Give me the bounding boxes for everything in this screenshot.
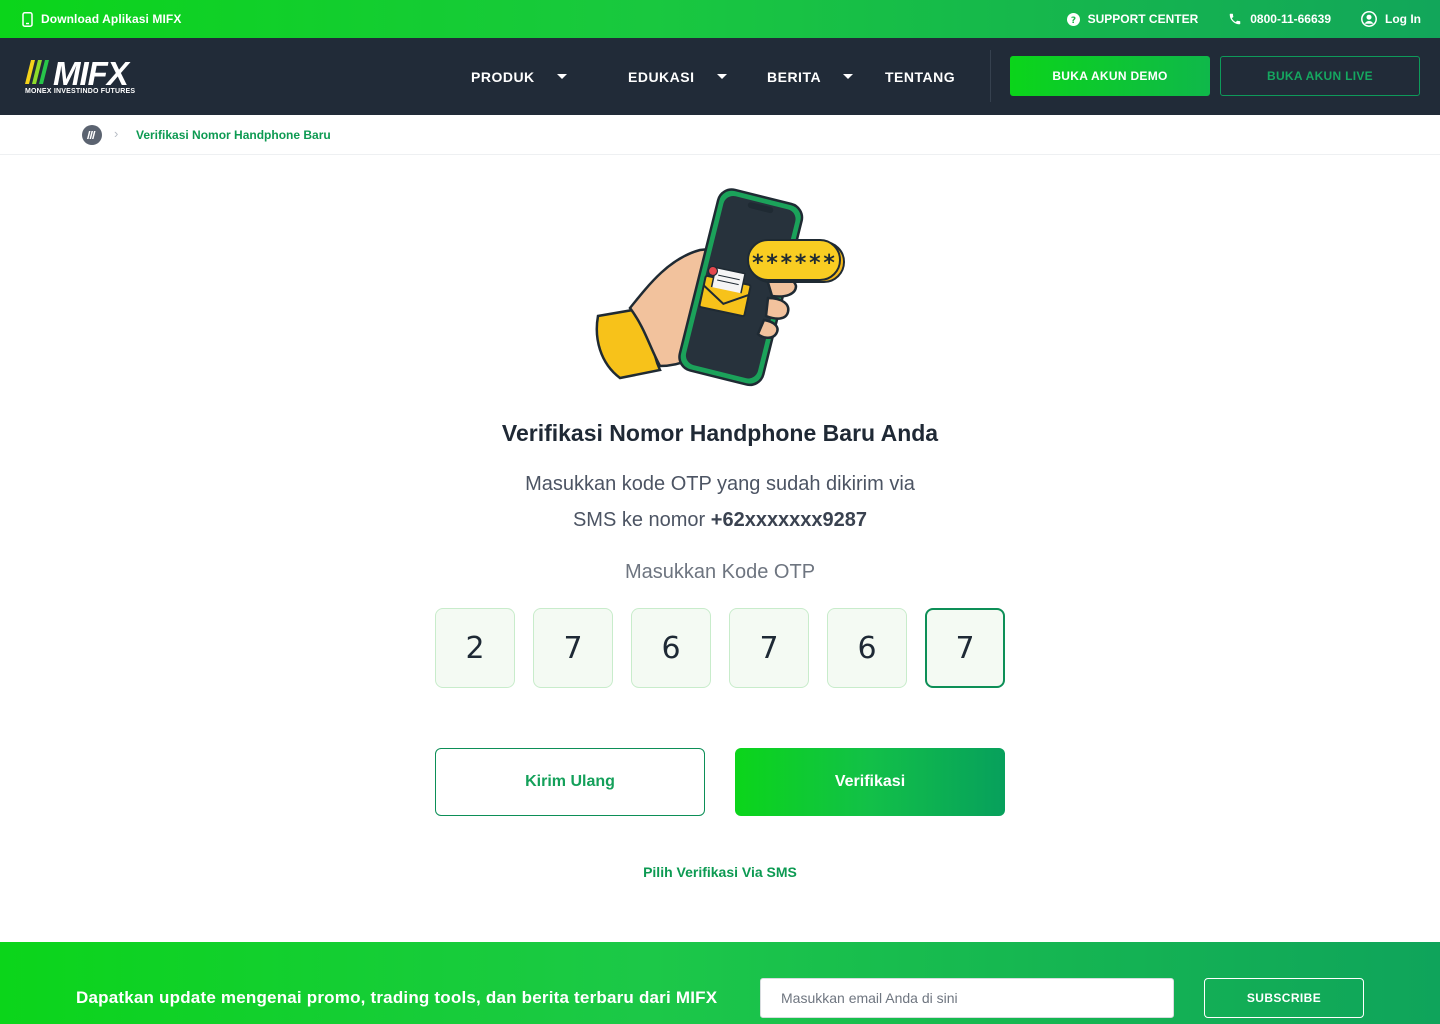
top-promo-bar: Download Aplikasi MIFX ? SUPPORT CENTER … — [0, 0, 1440, 38]
otp-digit-1[interactable]: 2 — [435, 608, 515, 688]
login-label: Log In — [1385, 12, 1421, 26]
main-navbar: MIFX MONEX INVESTINDO FUTURES PRODUK EDU… — [0, 38, 1440, 115]
support-center-label: SUPPORT CENTER — [1087, 12, 1199, 26]
choose-sms-verification-link[interactable]: Pilih Verifikasi Via SMS — [0, 864, 1440, 880]
newsletter-banner: Dapatkan update mengenai promo, trading … — [0, 942, 1440, 1024]
caret-down-icon — [843, 74, 854, 79]
otp-digit-6[interactable]: 7 — [925, 608, 1005, 688]
otp-digit-4[interactable]: 7 — [729, 608, 809, 688]
caret-down-icon — [556, 74, 567, 79]
otp-digit-5[interactable]: 6 — [827, 608, 907, 688]
nav-item-edukasi[interactable]: EDUKASI — [628, 38, 727, 115]
login-link[interactable]: Log In — [1361, 11, 1421, 27]
breadcrumb-current: Verifikasi Nomor Handphone Baru — [136, 128, 331, 142]
instructions-line-2: SMS ke nomor +62xxxxxxx9287 — [470, 502, 970, 538]
otp-instructions: Masukkan kode OTP yang sudah dikirim via… — [470, 466, 970, 538]
support-center-link[interactable]: ? SUPPORT CENTER — [1066, 12, 1199, 26]
newsletter-email-input[interactable] — [760, 978, 1174, 1018]
logo-tagline: MONEX INVESTINDO FUTURES — [25, 88, 136, 95]
nav-item-berita[interactable]: BERITA — [767, 38, 854, 115]
nav-item-label: EDUKASI — [628, 68, 695, 85]
phone-link[interactable]: 0800-11-66639 — [1228, 12, 1331, 26]
open-demo-account-button[interactable]: BUKA AKUN DEMO — [1010, 56, 1210, 96]
phone-icon — [1230, 13, 1241, 25]
subscribe-button[interactable]: SUBSCRIBE — [1204, 978, 1364, 1018]
resend-otp-button[interactable]: Kirim Ulang — [435, 748, 705, 816]
instructions-prefix: SMS ke nomor — [572, 509, 711, 531]
nav-item-label: PRODUK — [471, 68, 535, 85]
page-title: Verifikasi Nomor Handphone Baru Anda — [501, 420, 939, 446]
masked-phone-number: +62xxxxxxx9287 — [710, 509, 868, 531]
otp-digit-2[interactable]: 7 — [533, 608, 613, 688]
phone-otp-illustration: ****** — [595, 188, 845, 387]
phone-device-icon — [22, 11, 33, 27]
nav-divider — [990, 50, 991, 102]
breadcrumb: › Verifikasi Nomor Handphone Baru — [0, 115, 1440, 155]
otp-label: Masukkan Kode OTP — [624, 561, 816, 583]
user-circle-icon — [1361, 11, 1377, 27]
verify-button[interactable]: Verifikasi — [735, 748, 1005, 816]
newsletter-message: Dapatkan update mengenai promo, trading … — [76, 988, 718, 1007]
download-app-link[interactable]: Download Aplikasi MIFX — [22, 0, 181, 38]
otp-mask-text: ****** — [751, 251, 836, 276]
open-live-account-button[interactable]: BUKA AKUN LIVE — [1220, 56, 1420, 96]
instructions-line-1: Masukkan kode OTP yang sudah dikirim via — [525, 473, 915, 495]
nav-item-label: BERITA — [767, 68, 822, 85]
question-circle-icon: ? — [1066, 12, 1080, 26]
mifx-logo[interactable]: MIFX MONEX INVESTINDO FUTURES — [25, 55, 150, 98]
phone-number: 0800-11-66639 — [1250, 12, 1331, 26]
download-app-label: Download Aplikasi MIFX — [41, 12, 182, 26]
svg-text:?: ? — [1070, 16, 1075, 26]
otp-input-group: 2 7 6 7 6 7 — [435, 608, 1005, 688]
caret-down-icon — [716, 74, 727, 79]
home-icon[interactable] — [82, 125, 102, 145]
nav-item-produk[interactable]: PRODUK — [471, 38, 567, 115]
nav-item-tentang[interactable]: TENTANG — [885, 38, 955, 115]
chevron-right-icon: › — [114, 126, 119, 141]
nav-item-label: TENTANG — [885, 68, 956, 85]
otp-digit-3[interactable]: 6 — [631, 608, 711, 688]
